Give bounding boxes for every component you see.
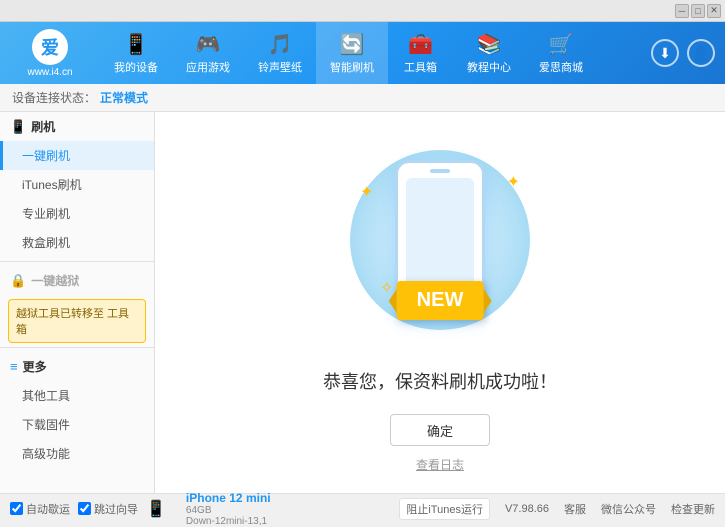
device-info: iPhone 12 mini 64GB Down-12mini-13,1 [186,491,271,527]
device-model: Down-12mini-13,1 [186,516,271,527]
sidebar-section-jailbreak: 🔒 一键越狱 [0,266,154,295]
confirm-button[interactable]: 确定 [390,414,490,446]
advanced-label: 高级功能 [22,447,70,461]
nav-item-toolbox[interactable]: 🧰 工具箱 [388,22,453,84]
sidebar-divider-1 [0,261,154,262]
title-bar: ─ □ ✕ [0,0,725,22]
apps-games-icon: 🎮 [196,32,221,57]
sidebar-item-save-flash[interactable]: 救盒刷机 [0,228,154,257]
nav-label-my-device: 我的设备 [114,59,158,75]
success-illustration: NEW ✦ ✦ ✧ [330,132,550,348]
new-ribbon-text: NEW [417,289,464,311]
auto-close-checkbox[interactable] [10,502,23,515]
logo-text: www.i4.cn [27,67,72,78]
maximize-btn[interactable]: □ [691,4,705,18]
nav-item-my-device[interactable]: 📱 我的设备 [100,22,172,84]
flash-section-icon: 📱 [10,119,26,135]
bottom-left: 自动歇运 跳过向导 📱 iPhone 12 mini 64GB Down-12m… [10,491,399,527]
sidebar-item-itunes-flash[interactable]: iTunes刷机 [0,170,154,199]
other-tools-label: 其他工具 [22,389,70,403]
download-icon-btn[interactable]: ⬇ [651,39,679,67]
status-bar: 设备连接状态： 正常模式 [0,84,725,112]
success-message: 恭喜您，保资料刷机成功啦！ [323,368,557,394]
nav-item-ringtones[interactable]: 🎵 铃声壁纸 [244,22,316,84]
skip-wizard-label: 跳过向导 [94,501,138,517]
skip-wizard-checkbox-label[interactable]: 跳过向导 [78,501,138,517]
skip-wizard-checkbox[interactable] [78,502,91,515]
bottom-right: 阻止iTunes运行 V7.98.66 客服 微信公众号 检查更新 [399,498,715,520]
nav-label-toolbox: 工具箱 [404,59,437,75]
phone-speaker [430,169,450,173]
sidebar-section-flash: 📱 刷机 [0,112,154,141]
sidebar-section-more: ≡ 更多 [0,352,154,381]
wechat-link[interactable]: 微信公众号 [601,501,656,517]
nav-item-apps-games[interactable]: 🎮 应用游戏 [172,22,244,84]
block-itunes-button[interactable]: 阻止iTunes运行 [399,498,490,520]
logo[interactable]: 爱 www.i4.cn [0,29,100,78]
nav-item-shop[interactable]: 🛒 爱思商城 [525,22,597,84]
main-layout: 📱 刷机 一键刷机 iTunes刷机 专业刷机 救盒刷机 🔒 一键越狱 越狱工具… [0,112,725,493]
flash-section-label: 刷机 [31,118,55,135]
version-text: V7.98.66 [505,503,549,515]
sidebar-item-advanced[interactable]: 高级功能 [0,439,154,468]
minimize-btn[interactable]: ─ [675,4,689,18]
customer-service-link[interactable]: 客服 [564,501,586,517]
user-icon-btn[interactable]: 👤 [687,39,715,67]
my-device-icon: 📱 [124,32,149,57]
ringtones-icon: 🎵 [268,32,293,57]
sidebar-item-pro-flash[interactable]: 专业刷机 [0,199,154,228]
status-label: 设备连接状态： [12,89,96,106]
tutorials-icon: 📚 [477,32,502,57]
device-name: iPhone 12 mini [186,491,271,505]
nav-label-shop: 爱思商城 [539,59,583,75]
lock-icon: 🔒 [10,273,26,289]
sparkle-2: ✦ [507,172,520,192]
jailbreak-warning-text: 越狱工具已转移至 工具箱 [16,308,129,336]
new-ribbon: NEW [397,281,484,320]
logo-icon: 爱 [32,29,68,65]
bottom-bar: 自动歇运 跳过向导 📱 iPhone 12 mini 64GB Down-12m… [0,493,725,523]
header: 爱 www.i4.cn 📱 我的设备 🎮 应用游戏 🎵 铃声壁纸 🔄 智能刷机 … [0,22,725,84]
more-section-label: 更多 [23,358,47,375]
device-storage: 64GB [186,505,271,516]
nav-label-apps-games: 应用游戏 [186,59,230,75]
sidebar-item-other-tools[interactable]: 其他工具 [0,381,154,410]
nav-item-tutorials[interactable]: 📚 教程中心 [453,22,525,84]
itunes-flash-label: iTunes刷机 [22,178,82,192]
download-fw-label: 下载固件 [22,418,70,432]
auto-close-checkbox-label[interactable]: 自动歇运 [10,501,70,517]
smart-shop-icon: 🔄 [340,32,365,57]
content-area: NEW ✦ ✦ ✧ 恭喜您，保资料刷机成功啦！ 确定 查看日志 [155,112,725,493]
status-value: 正常模式 [100,89,148,106]
nav-label-tutorials: 教程中心 [467,59,511,75]
sparkle-3: ✧ [380,278,393,298]
close-btn[interactable]: ✕ [707,4,721,18]
toolbox-icon: 🧰 [408,32,433,57]
jailbreak-section-label: 一键越狱 [31,272,79,289]
nav-item-smart-shop[interactable]: 🔄 智能刷机 [316,22,388,84]
auto-close-label: 自动歇运 [26,501,70,517]
nav-bar: 📱 我的设备 🎮 应用游戏 🎵 铃声壁纸 🔄 智能刷机 🧰 工具箱 📚 教程中心… [100,22,651,84]
nav-label-ringtones: 铃声壁纸 [258,59,302,75]
more-section-icon: ≡ [10,359,18,374]
sparkle-1: ✦ [360,182,373,202]
sidebar-item-download-fw[interactable]: 下载固件 [0,410,154,439]
nav-label-smart-shop: 智能刷机 [330,59,374,75]
sidebar-item-one-key-flash[interactable]: 一键刷机 [0,141,154,170]
check-update-link[interactable]: 检查更新 [671,501,715,517]
secondary-link[interactable]: 查看日志 [416,456,464,473]
phone-screen [406,178,474,297]
header-right: ⬇ 👤 [651,39,725,67]
pro-flash-label: 专业刷机 [22,207,70,221]
shop-icon: 🛒 [549,32,574,57]
sidebar-divider-2 [0,347,154,348]
one-key-flash-label: 一键刷机 [22,149,70,163]
jailbreak-warning: 越狱工具已转移至 工具箱 [8,299,146,343]
save-flash-label: 救盒刷机 [22,236,70,250]
sidebar: 📱 刷机 一键刷机 iTunes刷机 专业刷机 救盒刷机 🔒 一键越狱 越狱工具… [0,112,155,493]
device-icon: 📱 [146,499,166,519]
